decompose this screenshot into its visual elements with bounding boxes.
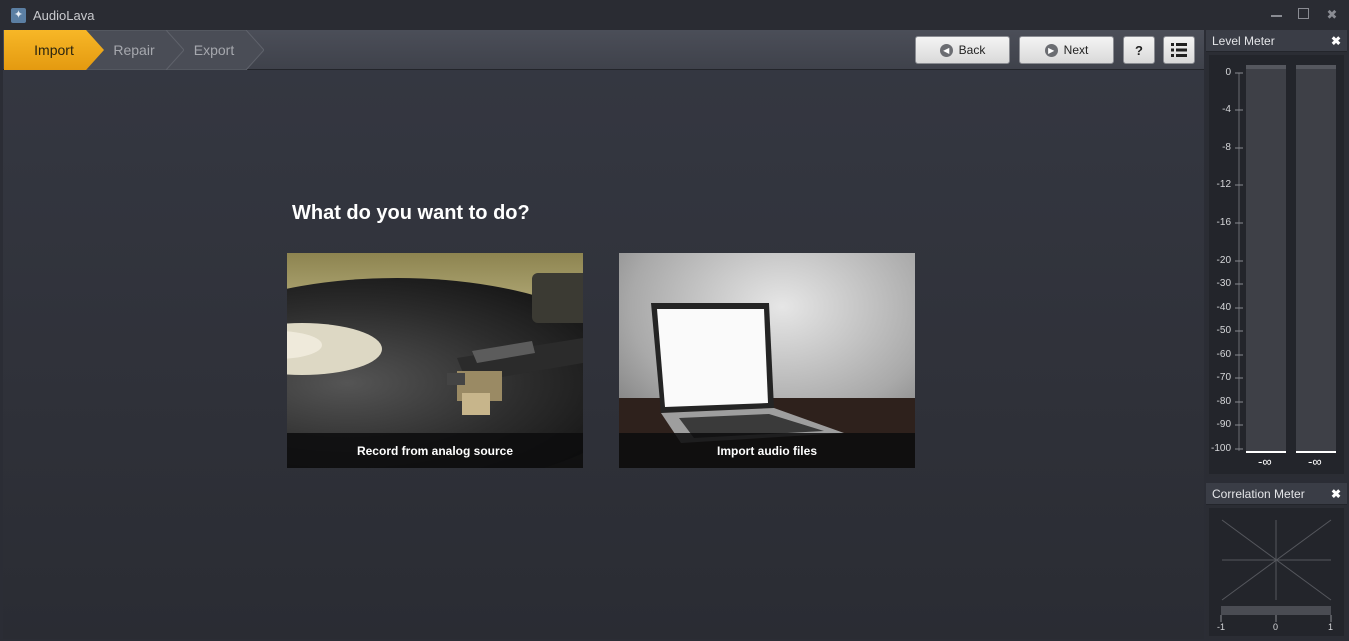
- arrow-left-circle-icon: ◀: [939, 43, 953, 57]
- correlation-max-label: 1: [1328, 622, 1334, 632]
- level-meter-title: Level Meter: [1212, 33, 1275, 48]
- level-scale-label: -8: [1222, 142, 1231, 153]
- level-scale-label: -12: [1216, 179, 1231, 190]
- correlation-meter-panel: Correlation Meter ✖ -1 0 1: [1206, 483, 1347, 639]
- level-scale-label: -60: [1216, 349, 1231, 360]
- level-meter-panel: Level Meter ✖ 0 -4 -8 -12 -16 -20 -30 -40 -50 -60…: [1206, 30, 1347, 477]
- correlation-scope: [1220, 519, 1332, 622]
- level-scale-label: -50: [1216, 325, 1231, 336]
- right-level-value: -∞: [1308, 454, 1322, 469]
- correlation-meter-title: Correlation Meter: [1212, 486, 1305, 501]
- toolbar: Export Repair Import ◀ Back ▶ Next ?: [3, 30, 1204, 70]
- minimize-icon[interactable]: [1271, 8, 1285, 22]
- level-meter-body: 0 -4 -8 -12 -16 -20 -30 -40 -50 -60 -70 -80 -90 -100 …: [1209, 55, 1344, 474]
- help-button[interactable]: ?: [1123, 36, 1155, 64]
- list-icon: [1171, 43, 1187, 57]
- level-scale-label: -20: [1216, 255, 1231, 266]
- back-label: Back: [958, 43, 986, 57]
- level-scale-label: -80: [1216, 396, 1231, 407]
- next-button[interactable]: ▶ Next: [1019, 36, 1114, 64]
- level-scale-label: -90: [1216, 419, 1231, 430]
- help-label: ?: [1135, 42, 1143, 58]
- correlation-meter-header: Correlation Meter ✖: [1206, 483, 1347, 505]
- back-button[interactable]: ◀ Back: [915, 36, 1010, 64]
- correlation-mid-label: 0: [1273, 622, 1279, 632]
- record-option-card[interactable]: Record from analog source: [287, 253, 583, 468]
- import-option-caption: Import audio files: [619, 433, 915, 468]
- maximize-icon[interactable]: [1298, 8, 1312, 22]
- correlation-meter-body: -1 0 1: [1209, 508, 1344, 636]
- level-scale-label: -30: [1216, 278, 1231, 289]
- level-meter-header: Level Meter ✖: [1206, 30, 1347, 52]
- title-bar: ✦ AudioLava ✖: [0, 0, 1349, 30]
- level-scale-label: -40: [1216, 302, 1231, 313]
- window-controls: ✖: [1271, 8, 1339, 22]
- main-area: Export Repair Import ◀ Back ▶ Next ? Wha…: [3, 30, 1204, 639]
- level-scale-label: -4: [1222, 104, 1231, 115]
- level-scale-label: -16: [1216, 217, 1231, 228]
- level-scale-label: -70: [1216, 372, 1231, 383]
- close-icon[interactable]: ✖: [1331, 34, 1341, 48]
- correlation-min-label: -1: [1217, 622, 1226, 632]
- record-option-caption: Record from analog source: [287, 433, 583, 468]
- breadcrumb-step-import[interactable]: Import: [4, 30, 104, 70]
- left-level-value: -∞: [1258, 454, 1272, 469]
- breadcrumb-label: Repair: [113, 42, 155, 58]
- close-icon[interactable]: ✖: [1325, 8, 1339, 22]
- page-heading: What do you want to do?: [292, 202, 530, 224]
- breadcrumb-label: Export: [193, 42, 235, 58]
- level-scale-label: 0: [1225, 67, 1231, 78]
- arrow-right-circle-icon: ▶: [1044, 43, 1058, 57]
- breadcrumb-label: Import: [34, 42, 74, 58]
- sparkle-icon: ✦: [11, 7, 26, 23]
- close-icon[interactable]: ✖: [1331, 487, 1341, 501]
- list-button[interactable]: [1163, 36, 1195, 64]
- window-title: AudioLava: [33, 7, 95, 23]
- import-option-card[interactable]: Import audio files: [619, 253, 915, 468]
- level-scale-label: -100: [1210, 443, 1231, 454]
- next-label: Next: [1063, 43, 1089, 57]
